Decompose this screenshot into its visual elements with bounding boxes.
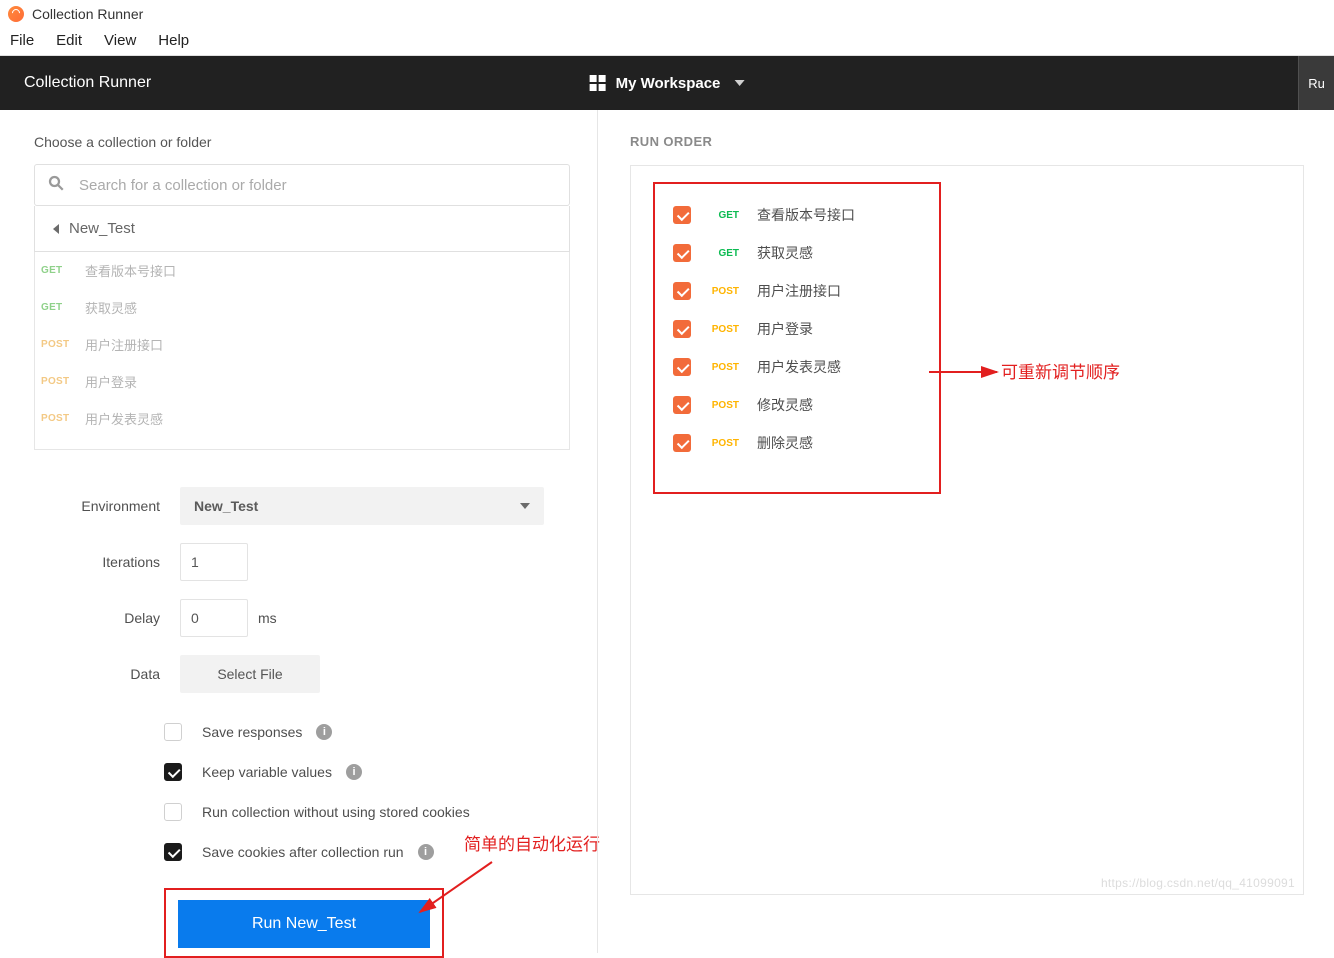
row-checkbox[interactable] — [673, 282, 691, 300]
workspace-icon — [590, 75, 606, 91]
info-icon[interactable]: i — [316, 724, 332, 740]
menubar: File Edit View Help — [0, 28, 1334, 56]
iterations-label: Iterations — [64, 554, 180, 570]
workspace-label: My Workspace — [616, 75, 721, 92]
keep-vars-checkbox[interactable] — [164, 763, 182, 781]
collection-header[interactable]: New_Test — [34, 206, 570, 252]
no-cookies-label: Run collection without using stored cook… — [202, 804, 470, 820]
environment-select[interactable]: New_Test — [180, 487, 544, 525]
method-badge: GET — [41, 302, 71, 313]
method-badge: POST — [709, 324, 739, 335]
row-checkbox[interactable] — [673, 320, 691, 338]
request-name: 获取灵感 — [757, 243, 813, 263]
menu-edit[interactable]: Edit — [52, 30, 86, 51]
select-file-button[interactable]: Select File — [180, 655, 320, 693]
request-name: 获取灵感 — [85, 298, 137, 317]
requests-list[interactable]: GET 查看版本号接口 GET 获取灵感 POST 用户注册接口 POST 用户登录 POST 用… — [34, 252, 570, 450]
watermark: https://blog.csdn.net/qq_41099091 — [1101, 876, 1295, 890]
run-order-box: GET 查看版本号接口 GET 获取灵感 POST 用户注册接口 POST 用户登录 POST 用… — [630, 165, 1304, 895]
request-name: 删除灵感 — [757, 433, 813, 453]
method-badge: GET — [709, 248, 739, 259]
chevron-down-icon — [520, 503, 530, 509]
run-order-highlight: GET 查看版本号接口 GET 获取灵感 POST 用户注册接口 POST 用户登录 POST 用… — [653, 182, 941, 494]
search-box[interactable] — [34, 164, 570, 206]
window-title: Collection Runner — [32, 6, 143, 22]
request-name: 查看版本号接口 — [757, 205, 855, 225]
left-pane: Choose a collection or folder New_Test G… — [0, 110, 600, 953]
annotation-label-2: 可重新调节顺序 — [1001, 358, 1120, 383]
keep-vars-label: Keep variable values — [202, 764, 332, 780]
method-badge: POST — [41, 339, 71, 350]
save-responses-label: Save responses — [202, 724, 302, 740]
save-cookies-label: Save cookies after collection run — [202, 844, 404, 860]
row-checkbox[interactable] — [673, 434, 691, 452]
data-label: Data — [64, 666, 180, 682]
request-name: 用户注册接口 — [757, 281, 841, 301]
iterations-input[interactable] — [180, 543, 248, 581]
row-checkbox[interactable] — [673, 244, 691, 262]
request-name: 用户登录 — [757, 319, 813, 339]
run-order-row[interactable]: POST 用户登录 — [673, 310, 921, 348]
method-badge: POST — [41, 413, 71, 424]
request-row[interactable]: POST 用户发表灵感 — [35, 400, 569, 437]
delay-unit: ms — [258, 610, 277, 626]
request-name: 用户登录 — [85, 372, 137, 391]
menu-file[interactable]: File — [6, 30, 38, 51]
request-name: 用户注册接口 — [85, 335, 163, 354]
menu-help[interactable]: Help — [154, 30, 193, 51]
caret-left-icon — [53, 224, 59, 234]
method-badge: POST — [709, 438, 739, 449]
run-order-row[interactable]: POST 用户注册接口 — [673, 272, 921, 310]
no-cookies-checkbox[interactable] — [164, 803, 182, 821]
method-badge: POST — [709, 286, 739, 297]
info-icon[interactable]: i — [346, 764, 362, 780]
request-name: 查看版本号接口 — [85, 261, 176, 280]
header-right-button[interactable]: Ru — [1298, 56, 1334, 110]
run-order-row[interactable]: GET 查看版本号接口 — [673, 196, 921, 234]
dark-header: Collection Runner My Workspace Ru — [0, 56, 1334, 110]
run-order-row[interactable]: GET 获取灵感 — [673, 234, 921, 272]
header-title: Collection Runner — [24, 74, 151, 92]
run-order-row[interactable]: POST 删除灵感 — [673, 424, 921, 462]
workspace-selector[interactable]: My Workspace — [590, 75, 745, 92]
row-checkbox[interactable] — [673, 206, 691, 224]
request-name: 用户发表灵感 — [757, 357, 841, 377]
run-order-row[interactable]: POST 修改灵感 — [673, 386, 921, 424]
chevron-down-icon — [734, 80, 744, 86]
save-responses-checkbox[interactable] — [164, 723, 182, 741]
request-row[interactable]: GET 获取灵感 — [35, 289, 569, 326]
menu-view[interactable]: View — [100, 30, 140, 51]
row-checkbox[interactable] — [673, 358, 691, 376]
method-badge: POST — [709, 400, 739, 411]
run-order-title: RUN ORDER — [630, 134, 712, 149]
method-badge: POST — [41, 376, 71, 387]
titlebar: Collection Runner — [0, 0, 1334, 28]
environment-label: Environment — [64, 498, 180, 514]
request-row[interactable]: GET 查看版本号接口 — [35, 252, 569, 289]
postman-icon — [8, 6, 24, 22]
delay-label: Delay — [64, 610, 180, 626]
environment-value: New_Test — [194, 498, 258, 514]
run-button-highlight: Run New_Test — [164, 888, 444, 958]
search-icon — [47, 174, 65, 197]
method-badge: POST — [709, 362, 739, 373]
method-badge: GET — [709, 210, 739, 221]
delay-input[interactable] — [180, 599, 248, 637]
collection-name: New_Test — [69, 220, 135, 237]
run-order-row[interactable]: POST 用户发表灵感 — [673, 348, 921, 386]
run-button[interactable]: Run New_Test — [178, 900, 430, 948]
request-name: 修改灵感 — [757, 395, 813, 415]
choose-label: Choose a collection or folder — [34, 134, 570, 150]
request-name: 用户发表灵感 — [85, 409, 163, 428]
search-input[interactable] — [79, 177, 557, 194]
method-badge: GET — [41, 265, 71, 276]
request-row[interactable]: POST 用户注册接口 — [35, 326, 569, 363]
save-cookies-checkbox[interactable] — [164, 843, 182, 861]
request-row[interactable]: POST 用户登录 — [35, 363, 569, 400]
right-pane: RUN ORDER GET查看版本号接口GET获取灵感POST用户注册接口POS… — [600, 110, 1334, 953]
row-checkbox[interactable] — [673, 396, 691, 414]
pane-divider[interactable] — [597, 110, 598, 953]
